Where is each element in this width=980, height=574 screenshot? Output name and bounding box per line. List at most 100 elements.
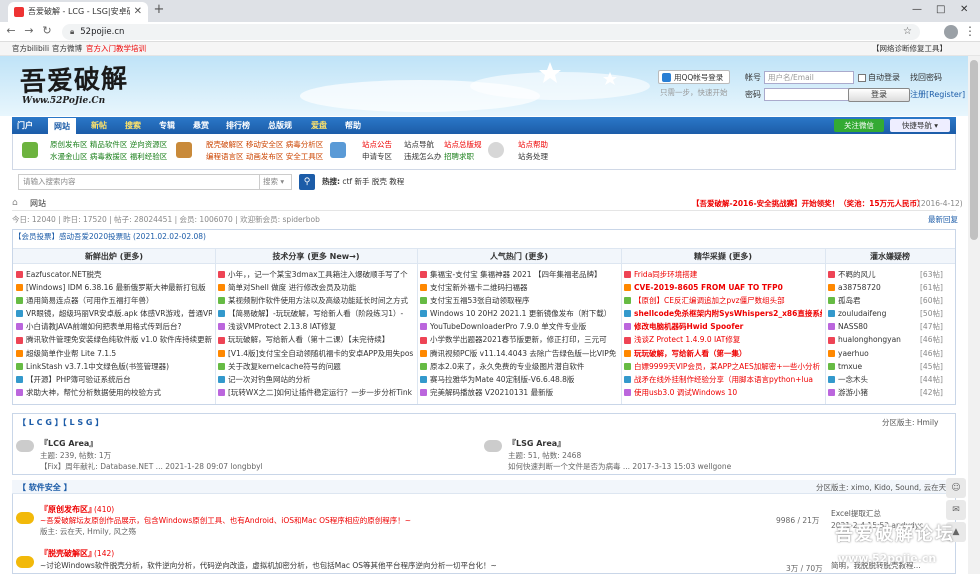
list-item[interactable]: hualonghongyan (828, 333, 928, 346)
post-count[interactable]: [42帖] (920, 386, 943, 399)
site-logo[interactable]: 吾爱破解 (19, 64, 128, 99)
thread-title[interactable]: 浅谈Z Protect 1.4.9.0 IAT修复 (634, 333, 740, 346)
thread-title[interactable]: CVE-2019-8605 FROM UAF TO TFP0 (634, 281, 783, 294)
user-name[interactable]: zouludaifeng (838, 307, 886, 320)
user-name[interactable]: 一念木头 (838, 373, 868, 386)
profile-avatar-icon[interactable] (944, 25, 958, 39)
announcement-link[interactable]: 【吾爱破解-2016-安全挑战赛】开始领奖！（奖池：15万元人民币） (692, 199, 925, 208)
message-icon[interactable]: ✉ (946, 500, 966, 520)
hot-keyword[interactable]: ctf (342, 177, 352, 186)
list-item[interactable]: 玩玩破解，写给新人看（第一集） (624, 347, 822, 360)
nav-bounty[interactable]: 悬赏 (188, 117, 214, 134)
tab-close-icon[interactable]: ✕ (134, 6, 142, 18)
search-input[interactable]: 请输入搜索内容 (18, 174, 260, 190)
list-item[interactable]: LinkStash v3.7.1中文绿色版(书签管理器) (16, 360, 212, 373)
post-count[interactable]: [61帖] (920, 281, 943, 294)
list-item[interactable]: 腾讯视频PC版 v11.14.4043 去除广告绿色版—比VIP免 (420, 347, 618, 360)
thread-title[interactable]: 白嫖9999天VIP会员，某APP之AES加解密+一些小分析 (634, 360, 820, 373)
thread-title[interactable]: 【开源】PHP簿可验证系统后台 (26, 373, 131, 386)
find-password-link[interactable]: 找回密码 (910, 73, 942, 83)
list-item[interactable]: [44帖] (920, 373, 954, 386)
list-item[interactable]: 支付宝五福53张自动领取程序 (420, 294, 618, 307)
post-count[interactable]: [60帖] (920, 294, 943, 307)
nav-site[interactable]: 网站 (48, 118, 76, 134)
nav-album[interactable]: 专辑 (154, 117, 180, 134)
user-name[interactable]: yaerhuo (838, 347, 869, 360)
omnibox[interactable]: 🔒︎ 52pojie.cn ☆ (62, 24, 920, 40)
user-name[interactable]: NASS80 (838, 320, 868, 333)
maximize-button[interactable]: □ (936, 4, 945, 16)
list-item[interactable]: 关于改复kernelcache符号的问题 (218, 360, 414, 373)
list-item[interactable]: [46帖] (920, 333, 954, 346)
thread-title[interactable]: 某视频制作软件使用方法以及高级功能延长时间之方式 (228, 294, 408, 307)
list-item[interactable]: 白嫖9999天VIP会员，某APP之AES加解密+一些小分析 (624, 360, 822, 373)
original-forum-last-post[interactable]: Excel提取汇总 (831, 509, 881, 518)
list-item[interactable]: 求助大神，帮忙分析数据使用的校验方式 (16, 386, 212, 399)
crack-forum-link[interactable]: 『脱壳破解区』 (40, 549, 96, 559)
thread-title[interactable]: 完美解码播放器 V20210131 最新版 (430, 386, 553, 399)
subnav-crack[interactable]: 脱壳破解区 (206, 140, 244, 149)
list-item[interactable]: 通用简易连点器（可用作五福打年兽） (16, 294, 212, 307)
login-button[interactable]: 登录 (848, 88, 910, 102)
auto-login-checkbox[interactable]: 自动登录 (858, 73, 900, 83)
subnav-animation[interactable]: 动画发布区 (246, 152, 284, 161)
list-item[interactable]: 使用usb3.0 调试Windows 10 (624, 386, 822, 399)
original-forum-link[interactable]: 『原创发布区』 (40, 505, 96, 515)
subnav-programming[interactable]: 编程语言区 (206, 152, 244, 161)
list-item[interactable]: shellcode免杀框架内附SysWhispers2_x86直接系统调 (624, 307, 822, 320)
list-item[interactable]: 超级简单作业帮 Lite 7.1.5 (16, 347, 212, 360)
thread-title[interactable]: 【原创】CE反汇编调追加之pvz僵尸数组头部 (634, 294, 785, 307)
vote-promo-link[interactable]: 【会员投票】感动吾爱2020投票贴 (2021.02.02-02.08) (14, 232, 206, 241)
list-item[interactable]: YouTubeDownloaderPro 7.9.0 单文件专业版 (420, 320, 618, 333)
list-item[interactable]: 小白请教JAVA前端如何把表单用格式传到后台? (16, 320, 212, 333)
nav-new[interactable]: 新帖 (86, 117, 112, 134)
list-item[interactable]: 战矛在线外挂制作经验分享（用脚本语言python+lua (624, 373, 822, 386)
minimize-button[interactable]: — (912, 4, 922, 16)
list-item[interactable]: [46帖] (920, 347, 954, 360)
list-item[interactable]: 浅谈Z Protect 1.4.9.0 IAT修复 (624, 333, 822, 346)
quick-nav-button[interactable]: 快捷导航 ▾ (890, 119, 950, 132)
thread-title[interactable]: 赛马拉雅华为Mate 40定制版-V6.6.48.8版 (430, 373, 574, 386)
list-item[interactable]: [Windows] IDM 6.38.16 最新俄罗斯大神最新打包版 (16, 281, 212, 294)
hot-keyword[interactable]: 新手 (355, 177, 370, 186)
post-count[interactable]: [44帖] (920, 373, 943, 386)
nav-help[interactable]: 帮助 (340, 117, 366, 134)
list-item[interactable]: [42帖] (920, 386, 954, 399)
browser-menu-icon[interactable]: ⋮ (964, 24, 976, 38)
post-count[interactable]: [46帖] (920, 333, 943, 346)
list-item[interactable]: 某视频制作软件使用方法以及高级功能延长时间之方式 (218, 294, 414, 307)
forward-icon[interactable]: → (22, 24, 36, 37)
user-name[interactable]: 不羁的风儿 (838, 268, 876, 281)
list-item[interactable]: 小学数学出题器2021春节版更新，修正打印，三元可 (420, 333, 618, 346)
list-item[interactable]: Eazfuscator.NET脱壳 (16, 268, 212, 281)
close-window-button[interactable]: ✕ (960, 4, 968, 16)
thread-title[interactable]: 战矛在线外挂制作经验分享（用脚本语言python+lua (634, 373, 813, 386)
post-count[interactable]: [46帖] (920, 347, 943, 360)
col-head-elite[interactable]: 精华采撷 (更多) (621, 248, 825, 264)
list-item[interactable]: CVE-2019-8605 FROM UAF TO TFP0 (624, 281, 822, 294)
reload-icon[interactable]: ↻ (40, 24, 54, 37)
back-icon[interactable]: ← (4, 24, 18, 37)
weibo-link[interactable]: 官方微博 (52, 44, 82, 53)
thread-title[interactable]: [玩转WX之二]如何让插件稳定运行？一步一步分析Tink (228, 386, 412, 399)
list-item[interactable]: 游游小猪 (828, 386, 928, 399)
subnav-premium[interactable]: 精品软件区 (90, 140, 128, 149)
chat-icon[interactable]: ☺ (946, 478, 966, 498)
user-name[interactable]: a38758720 (838, 281, 881, 294)
hot-keyword[interactable]: 脱壳 (372, 177, 387, 186)
thread-title[interactable]: YouTubeDownloaderPro 7.9.0 单文件专业版 (430, 320, 586, 333)
subnav-water[interactable]: 水漫金山区 (50, 152, 88, 161)
thread-title[interactable]: 【简易破解】-玩玩破解，写给新人看（阶段练习1）- (228, 307, 403, 320)
list-item[interactable]: 【原创】CE反汇编调追加之pvz僵尸数组头部 (624, 294, 822, 307)
subnav-reverse[interactable]: 逆向资源区 (130, 140, 168, 149)
list-item[interactable]: [V1.4版]支付宝全自动领随机福卡的安卓APP及用失pos (218, 347, 414, 360)
list-item[interactable]: NASS80 (828, 320, 928, 333)
subnav-virus-analysis[interactable]: 病毒分析区 (286, 140, 324, 149)
thread-title[interactable]: Eazfuscator.NET脱壳 (26, 268, 102, 281)
list-item[interactable]: zouludaifeng (828, 307, 928, 320)
search-button[interactable]: ⚲ (299, 174, 315, 190)
subnav-affairs[interactable]: 站务处理 (518, 152, 548, 161)
thread-title[interactable]: 修改电脑机器码Hwid Spoofer (634, 320, 743, 333)
thread-title[interactable]: LinkStash v3.7.1中文绿色版(书签管理器) (26, 360, 169, 373)
search-type-select[interactable]: 搜索 ▾ (260, 174, 292, 190)
